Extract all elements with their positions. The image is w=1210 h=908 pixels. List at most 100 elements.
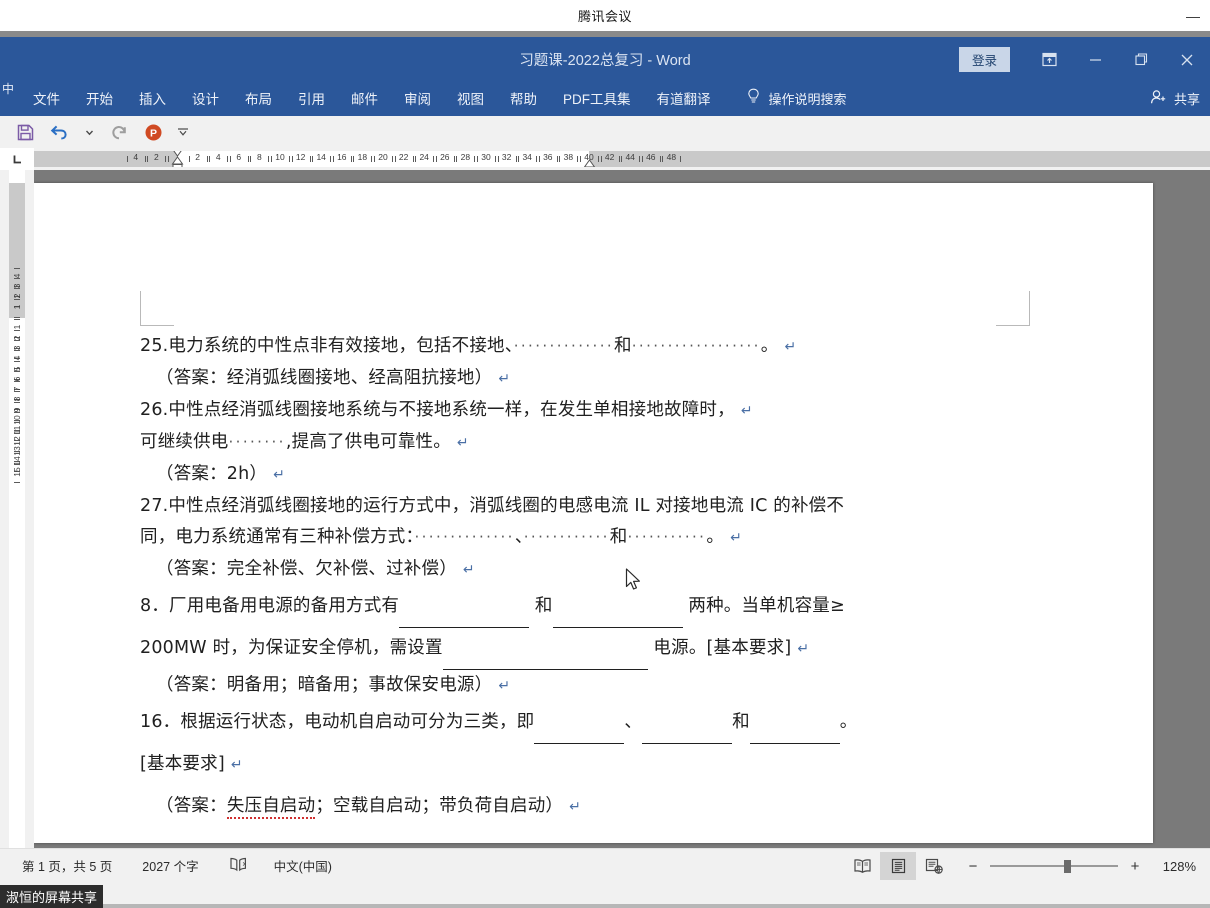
zoom-out-button[interactable]: − [966,858,980,875]
doc-line-q16-answer[interactable]: （答案：失压自启动；空载自启动；带负荷自启动） ↵ [140,786,1000,828]
ruler-tick [312,156,314,162]
signin-button[interactable]: 登录 [958,47,1010,72]
share-button[interactable]: 共享 [1150,89,1200,108]
tab-review[interactable]: 审阅 [391,84,444,112]
page-indicator[interactable]: 第 1 页，共 5 页 [22,856,112,875]
doc-line-q27-cont[interactable]: 同，电力系统通常有三种补偿方式：··············、·········… [140,522,1000,554]
tab-help[interactable]: 帮助 [497,84,550,112]
doc-line-q27-answer[interactable]: （答案：完全补偿、欠补偿、过补偿） ↵ [140,554,1000,586]
meeting-minimize-button[interactable]: — [1184,8,1202,24]
vruler-tick [14,381,20,383]
vruler-tick [14,432,20,434]
doc-line-q16[interactable]: 16．根据运行状态，电动机自启动可分为三类，即 、 和 。 [140,702,1000,744]
page-scroll-region[interactable]: 25.电力系统的中性点非有效接地，包括不接地、··············和··… [34,170,1210,848]
tab-file[interactable]: 文件 [20,84,73,112]
ruler-track[interactable]: 4 2 2 4 6 8 10 12 14 16 18 20 22 24 26 28 30 32 34 36 38 40 42… [34,151,1210,167]
tab-mailings[interactable]: 邮件 [338,84,391,112]
text-run: 同，电力系统通常有三种补偿方式： [140,527,415,547]
doc-line-q16-req[interactable]: [基本要求] ↵ [140,744,1000,786]
paragraph-mark: ↵ [569,799,582,815]
print-layout-button[interactable] [880,852,916,880]
language-indicator[interactable]: 中文(中国) [274,856,332,875]
ruler-tick [680,156,682,162]
vertical-ruler[interactable]: 4 3 2 1 1 2 3 4 5 6 7 8 9 10 11 12 13 14 15 [0,170,34,848]
save-button[interactable] [10,119,40,145]
ribbon-display-options-icon[interactable] [1026,39,1072,80]
tab-design[interactable]: 设计 [179,84,232,112]
paragraph-mark: ↵ [498,371,511,387]
tab-layout[interactable]: 布局 [232,84,285,112]
spelling-check-icon[interactable]: x [229,856,248,875]
ruler-tick [147,156,149,162]
ruler-tick [165,156,167,162]
web-layout-button[interactable] [916,852,952,880]
word-count[interactable]: 2027 个字 [142,856,198,875]
vruler-tick [14,319,20,321]
doc-line-q25[interactable]: 25.电力系统的中性点非有效接地，包括不接地、··············和··… [140,331,1000,363]
doc-line-q26-answer[interactable]: （答案：2h） ↵ [140,459,1000,491]
zoom-level-label[interactable]: 128% [1154,859,1196,874]
customize-quick-access-button[interactable] [172,119,194,145]
doc-line-q26-cont[interactable]: 可继续供电········,提高了供电可靠性。 ↵ [140,427,1000,459]
ruler-number: 16 [337,152,347,162]
ruler-tick [495,156,496,162]
tab-references[interactable]: 引用 [285,84,338,112]
vruler-tick [14,422,20,424]
ruler-number: 2 [195,152,200,162]
tab-pdf-tools[interactable]: PDF工具集 [550,84,644,112]
redo-button[interactable] [104,119,134,145]
status-right-controls: − + 128% [844,849,1196,883]
text-run: （答案：完全补偿、欠补偿、过补偿） [156,559,457,579]
vruler-number: 15 [12,466,22,477]
left-tab-stop-icon[interactable] [0,148,34,170]
ruler-number: 12 [295,152,306,162]
doc-line-q8-cont[interactable]: 200MW 时，为保证安全停机，需设置 电源。[基本要求] ↵ [140,628,1000,670]
ruler-tick [374,156,375,162]
ruler-number: 48 [666,152,677,162]
doc-line-q27[interactable]: 27.中性点经消弧线圈接地的运行方式中，消弧线圈的电感电流 IL 对接地电流 I… [140,491,1000,522]
fill-in-blank [749,702,840,744]
ruler-number: 36 [543,152,553,162]
text-run: 。 [839,712,858,732]
ruler-tick [209,156,211,162]
tab-view[interactable]: 视图 [444,84,497,112]
undo-button[interactable] [44,119,74,145]
share-person-icon [1150,89,1168,108]
tab-home[interactable]: 开始 [73,84,126,112]
tab-insert[interactable]: 插入 [126,84,179,112]
ruler-tick [456,156,458,162]
ruler-tick [126,156,128,162]
screen-share-overlay: 淑恒的屏幕共享 [0,885,104,908]
text-run: 25.电力系统的中性点非有效接地，包括不接地、 [140,336,514,356]
document-page[interactable]: 25.电力系统的中性点非有效接地，包括不接地、··············和··… [34,183,1153,843]
powerpoint-icon[interactable]: P [138,119,168,145]
text-run: 和 [732,712,750,732]
tab-youdao-translate[interactable]: 有道翻译 [644,84,724,112]
ruler-tick [621,156,623,162]
doc-line-q26[interactable]: 26.中性点经消弧线圈接地系统与不接地系统一样，在发生单相接地故障时， ↵ [140,395,1000,427]
undo-dropdown-button[interactable] [78,119,100,145]
document-text-body[interactable]: 25.电力系统的中性点非有效接地，包括不接地、··············和··… [140,331,1000,828]
ruler-tick [497,156,499,162]
vruler-tick [14,360,20,362]
doc-line-q8-answer[interactable]: （答案：明备用；暗备用；事故保安电源） ↵ [140,670,1000,702]
tell-me-search[interactable]: 操作说明搜索 [746,88,847,108]
vruler-tick [14,316,20,318]
zoom-slider-thumb[interactable] [1064,860,1071,873]
ruler-tick [538,156,540,162]
minimize-icon[interactable] [1072,39,1118,80]
doc-line-q8[interactable]: 8．厂用电备用电源的备用方式有 和 两种。当单机容量≥ [140,586,1000,628]
ruler-number: 38 [563,152,574,162]
margin-corner-top-left [140,291,174,326]
read-mode-button[interactable] [844,852,880,880]
zoom-slider[interactable] [990,859,1118,873]
text-run: 可继续供电 [140,432,229,452]
restore-icon[interactable] [1118,39,1164,80]
ruler-number: 2 [154,152,159,162]
horizontal-ruler[interactable]: 4 2 2 4 6 8 10 12 14 16 18 20 22 24 26 28 30 32 34 36 38 40 42… [0,148,1210,170]
close-icon[interactable] [1164,39,1210,80]
zoom-in-button[interactable]: + [1128,858,1142,875]
doc-line-q25-answer[interactable]: （答案：经消弧线圈接地、经高阻抗接地） ↵ [140,363,1000,395]
fill-in-blank [442,628,648,670]
fill-in-blank [534,702,625,744]
